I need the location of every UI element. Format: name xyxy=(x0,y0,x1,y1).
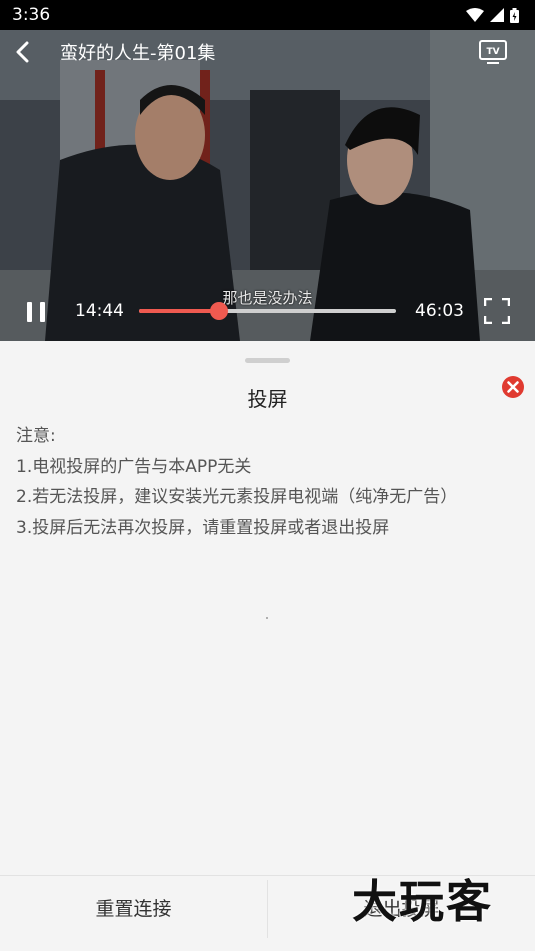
note-heading: 注意: xyxy=(16,426,56,446)
back-button[interactable] xyxy=(0,30,44,74)
fullscreen-button[interactable] xyxy=(483,297,511,325)
sheet-title: 投屏 xyxy=(247,387,288,411)
note-item: 3.投屏后无法再次投屏，请重置投屏或者退出投屏 xyxy=(16,517,390,538)
pause-button[interactable] xyxy=(24,300,48,324)
tv-cast-button[interactable]: TV xyxy=(477,38,511,66)
close-icon xyxy=(502,376,524,398)
wifi-icon xyxy=(466,8,484,22)
battery-icon xyxy=(510,7,519,23)
status-icons xyxy=(466,7,519,23)
cast-notes: 注意: 1.电视投屏的广告与本APP无关 2.若无法投屏，建议安装光元素投屏电视… xyxy=(16,421,457,543)
seek-progress xyxy=(139,309,219,313)
total-time: 46:03 xyxy=(415,301,464,321)
cast-sheet: 投屏 注意: 1.电视投屏的广告与本APP无关 2.若无法投屏，建议安装光元素投… xyxy=(0,341,535,951)
player-controls: 14:44 46:03 xyxy=(0,294,535,328)
tv-icon: TV xyxy=(479,40,507,64)
status-time: 3:36 xyxy=(12,5,51,25)
chevron-left-icon xyxy=(16,41,29,63)
note-item: 2.若无法投屏，建议安装光元素投屏电视端（纯净无广告） xyxy=(16,487,458,507)
watermark: 大玩客 xyxy=(352,875,494,928)
pause-icon-bar xyxy=(40,302,45,322)
svg-text:TV: TV xyxy=(486,47,499,57)
seek-bar[interactable] xyxy=(139,302,396,320)
player-top-bar: 蛮好的人生-第01集 xyxy=(0,30,535,74)
signal-icon xyxy=(490,8,504,22)
video-title: 蛮好的人生-第01集 xyxy=(60,43,216,64)
fullscreen-icon xyxy=(483,297,511,325)
note-item: 1.电视投屏的广告与本APP无关 xyxy=(16,456,252,477)
status-bar: 3:36 xyxy=(0,0,535,30)
close-button[interactable] xyxy=(501,375,525,399)
loading-dot xyxy=(266,617,268,619)
seek-thumb[interactable] xyxy=(209,302,228,320)
pause-icon xyxy=(27,302,32,322)
sheet-grabber[interactable] xyxy=(245,358,290,363)
reset-connection-button[interactable]: 重置连接 xyxy=(0,876,267,938)
current-time: 14:44 xyxy=(75,301,124,321)
video-player[interactable]: 蛮好的人生-第01集 TV 那也是没办法 14:44 46:03 xyxy=(0,30,535,341)
